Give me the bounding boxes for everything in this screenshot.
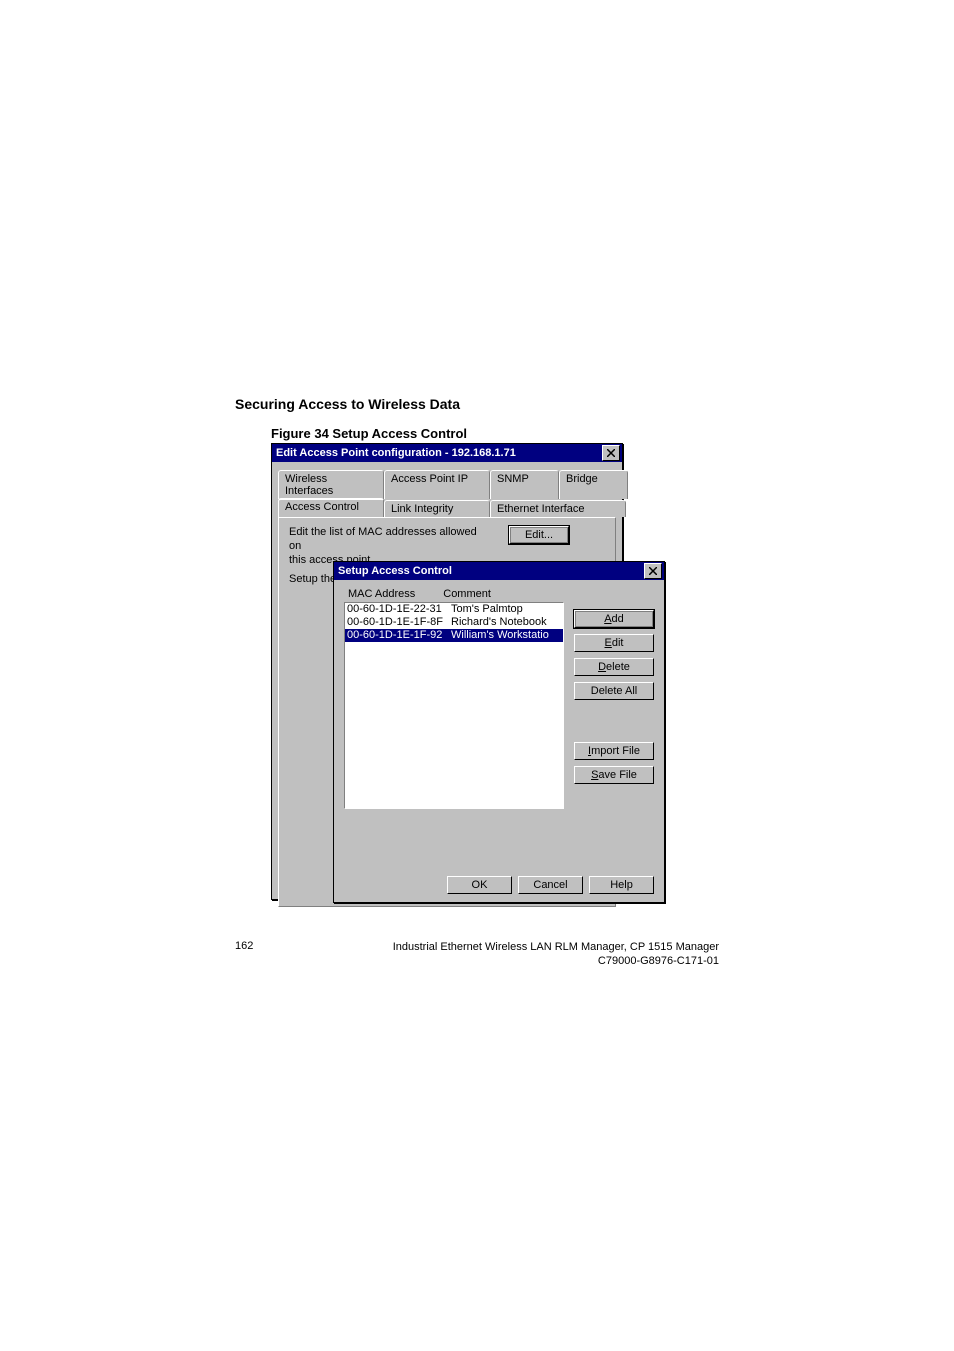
add-button[interactable]: Add	[574, 610, 654, 628]
list-item-mac: 00-60-1D-1E-1F-8F	[345, 616, 449, 629]
tab-access-point-ip[interactable]: Access Point IP	[384, 470, 490, 499]
import-file-button[interactable]: Import File	[574, 742, 654, 760]
list-item[interactable]: 00-60-1D-1E-1F-8FRichard's Notebook	[345, 616, 563, 629]
window-title: Edit Access Point configuration - 192.16…	[276, 447, 602, 459]
window-title: Setup Access Control	[338, 565, 644, 577]
figure-caption: Figure 34 Setup Access Control	[271, 426, 467, 441]
help-button[interactable]: Help	[589, 876, 654, 894]
tab-ethernet-interface[interactable]: Ethernet Interface	[490, 500, 626, 517]
tab-wireless-interfaces[interactable]: Wireless Interfaces	[278, 470, 384, 499]
bottom-button-row: OK Cancel Help	[447, 876, 654, 894]
tab-bridge[interactable]: Bridge	[559, 470, 628, 499]
mac-address-list[interactable]: 00-60-1D-1E-22-31Tom's Palmtop00-60-1D-1…	[344, 602, 564, 809]
list-item-comment: Tom's Palmtop	[449, 603, 523, 616]
cancel-button[interactable]: Cancel	[518, 876, 583, 894]
window-titlebar: Edit Access Point configuration - 192.16…	[272, 444, 622, 462]
edit-button[interactable]: Edit	[574, 634, 654, 652]
tabs-row-1: Wireless Interfaces Access Point IP SNMP…	[278, 468, 616, 499]
list-item[interactable]: 00-60-1D-1E-1F-92William's Workstatio	[345, 629, 563, 642]
footer-text: Industrial Ethernet Wireless LAN RLM Man…	[393, 940, 719, 969]
list-item-mac: 00-60-1D-1E-1F-92	[345, 629, 449, 642]
close-icon[interactable]	[644, 563, 662, 579]
tab-snmp[interactable]: SNMP	[490, 470, 559, 499]
ok-button[interactable]: OK	[447, 876, 512, 894]
delete-button[interactable]: Delete	[574, 658, 654, 676]
list-item-mac: 00-60-1D-1E-22-31	[345, 603, 449, 616]
page-number: 162	[235, 940, 253, 952]
list-column-headers: MAC Address Comment	[348, 588, 654, 600]
tab-link-integrity[interactable]: Link Integrity	[384, 500, 490, 517]
col-header-comment: Comment	[443, 588, 491, 600]
delete-all-button[interactable]: Delete All	[574, 682, 654, 700]
tab-access-control[interactable]: Access Control	[278, 498, 384, 517]
setup-access-control-window: Setup Access Control MAC Address Comment…	[333, 561, 665, 903]
side-button-column: Add Edit Delete Delete All Import File S…	[574, 610, 654, 784]
save-file-button[interactable]: Save File	[574, 766, 654, 784]
section-title: Securing Access to Wireless Data	[235, 396, 460, 412]
list-item-comment: Richard's Notebook	[449, 616, 547, 629]
window-titlebar: Setup Access Control	[334, 562, 664, 580]
col-header-mac: MAC Address	[348, 588, 415, 600]
list-item[interactable]: 00-60-1D-1E-22-31Tom's Palmtop	[345, 603, 563, 616]
close-icon[interactable]	[602, 445, 620, 461]
edit-button[interactable]: Edit...	[509, 526, 569, 544]
list-item-comment: William's Workstatio	[449, 629, 549, 642]
tabs-row-2: Access Control Link Integrity Ethernet I…	[278, 498, 616, 517]
